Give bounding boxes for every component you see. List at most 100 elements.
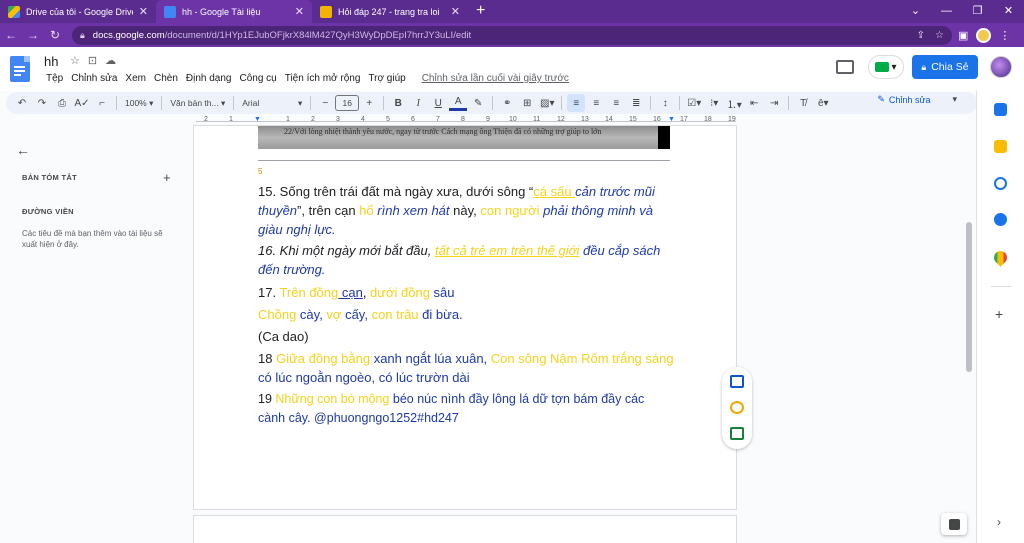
increase-indent-icon[interactable]: ⇥ <box>765 94 783 112</box>
zoom-select[interactable]: 100% ▾ <box>122 94 156 112</box>
tasks-icon[interactable] <box>994 177 1007 190</box>
tab-drive[interactable]: Drive của tôi - Google Drive ✕ <box>0 0 156 23</box>
highlight-icon[interactable]: ✎ <box>469 94 487 112</box>
contacts-icon[interactable] <box>994 213 1007 226</box>
paragraph-17-line1[interactable]: 17. Trên đồng cạn, dưới đồng sâu <box>258 283 674 302</box>
paint-format-icon[interactable]: ⌐ <box>93 94 111 112</box>
menu-extensions[interactable]: Tiện ích mở rộng <box>281 73 365 84</box>
tab-docs[interactable]: hh - Google Tài liệu ✕ <box>156 0 312 23</box>
next-document-page[interactable] <box>194 516 736 543</box>
suggest-edits-icon[interactable] <box>730 427 744 440</box>
share-button[interactable]: 🔒︎ Chia Sẻ <box>912 55 978 79</box>
keep-icon[interactable] <box>994 140 1007 153</box>
reload-button[interactable]: ↻ <box>44 28 66 42</box>
menu-insert[interactable]: Chèn <box>150 73 182 84</box>
calendar-icon[interactable] <box>994 103 1007 116</box>
document-title[interactable]: hh <box>44 54 58 69</box>
back-button[interactable]: ← <box>0 28 22 42</box>
new-tab-button[interactable]: + <box>476 0 485 23</box>
spellcheck-icon[interactable]: A✓ <box>73 94 91 112</box>
paragraph-16[interactable]: 16. Khi một ngày mới bắt đầu, tất cả trẻ… <box>258 241 674 279</box>
italic-icon[interactable]: I <box>409 94 427 112</box>
underline-icon[interactable]: U <box>429 94 447 112</box>
lock-icon[interactable]: 🔒︎ <box>80 30 85 41</box>
close-tab-icon[interactable]: ✕ <box>139 5 148 18</box>
paragraph-18[interactable]: 18 Giữa đồng bằng xanh ngắt lúa xuân, Co… <box>258 349 674 387</box>
browser-menu-icon[interactable]: ⋮ <box>999 29 1010 42</box>
align-right-icon[interactable]: ≡ <box>607 94 625 112</box>
paragraph-19[interactable]: 19 Những con bò mộng béo núc nình đầy lô… <box>258 390 674 428</box>
align-center-icon[interactable]: ≡ <box>587 94 605 112</box>
font-size-input[interactable]: 16 <box>335 95 360 111</box>
right-indent-marker-icon[interactable]: ▼ <box>668 116 675 123</box>
increase-font-size-icon[interactable]: + <box>360 94 378 112</box>
scanned-image[interactable]: 22/Với lòng nhiệt thành yêu nước, ngay t… <box>258 126 670 149</box>
print-icon[interactable]: ⎙ <box>53 94 71 112</box>
font-select[interactable]: Arial ▾ <box>239 94 305 112</box>
profile-avatar[interactable] <box>976 27 992 43</box>
paragraph-17-line2[interactable]: Chồng cày, vợ cấy, con trâu đi bừa. <box>258 305 674 324</box>
bookmark-star-icon[interactable]: ☆ <box>935 30 944 41</box>
text-color-icon[interactable]: A <box>449 96 468 111</box>
bulleted-list-icon[interactable]: ⁝▾ <box>705 94 723 112</box>
hide-side-panel-icon[interactable]: › <box>997 515 1001 529</box>
minimize-button[interactable]: — <box>931 0 962 23</box>
decrease-font-size-icon[interactable]: − <box>316 94 334 112</box>
line-spacing-icon[interactable]: ↕ <box>656 94 674 112</box>
tab-hoidap[interactable]: Hỏi đáp 247 - trang tra loi ✕ <box>312 0 468 23</box>
paragraph-15[interactable]: 15. Sống trên trái đất mà ngày xưa, dưới… <box>258 182 674 239</box>
clear-formatting-icon[interactable]: T̸ <box>794 94 812 112</box>
input-tools-icon[interactable]: ē▾ <box>814 94 832 112</box>
share-page-icon[interactable]: ⇪ <box>917 30 925 41</box>
menu-format[interactable]: Định dạng <box>182 73 236 84</box>
add-comment-icon[interactable] <box>730 375 744 388</box>
restore-button[interactable]: ❐ <box>962 0 993 23</box>
close-tab-icon[interactable]: ✕ <box>295 5 304 18</box>
last-edit-link[interactable]: Chỉnh sửa lần cuối vài giây trước <box>418 73 573 84</box>
indent-marker-icon[interactable]: ▼ <box>254 116 261 123</box>
move-folder-icon[interactable]: ⊡ <box>88 54 97 67</box>
menu-view[interactable]: Xem <box>121 73 150 84</box>
comment-history-icon[interactable] <box>836 60 854 74</box>
style-select[interactable]: Văn bản th... ▾ <box>167 94 228 112</box>
cloud-status-icon[interactable]: ☁ <box>105 54 116 67</box>
menu-file[interactable]: Tệp <box>42 73 67 84</box>
add-comment-icon[interactable]: ⊞ <box>518 94 536 112</box>
star-icon[interactable]: ☆ <box>70 54 80 67</box>
tab-search-icon[interactable]: ⌄ <box>900 0 931 23</box>
align-left-icon[interactable]: ≡ <box>567 94 586 112</box>
menu-edit[interactable]: Chỉnh sửa <box>67 73 121 84</box>
checklist-icon[interactable]: ☑▾ <box>685 94 703 112</box>
close-outline-icon[interactable]: ← <box>16 142 30 158</box>
insert-image-icon[interactable]: ▨▾ <box>538 94 556 112</box>
decrease-indent-icon[interactable]: ⇤ <box>745 94 763 112</box>
close-window-button[interactable]: ✕ <box>993 0 1024 23</box>
editing-mode-select[interactable]: ✎ Chỉnh sửa ▾ <box>877 94 957 105</box>
menu-tools[interactable]: Công cụ <box>235 73 280 84</box>
scrollbar[interactable] <box>966 222 972 372</box>
divider <box>788 96 790 110</box>
docs-logo-icon[interactable] <box>10 56 30 82</box>
get-addons-icon[interactable]: + <box>995 306 1003 322</box>
link-icon[interactable]: ⚭ <box>498 94 516 112</box>
forward-button[interactable]: → <box>22 28 44 42</box>
numbered-list-icon[interactable]: ⒈▾ <box>725 94 743 112</box>
meet-button[interactable]: ▾ <box>868 55 904 79</box>
ruler[interactable]: 2 1 ▼ 1 2 3 4 5 6 7 8 9 10 11 12 13 14 1… <box>196 116 736 126</box>
add-summary-icon[interactable]: + <box>163 170 171 185</box>
paragraph-17-source[interactable]: (Ca dao) <box>258 327 674 346</box>
bold-icon[interactable]: B <box>389 94 407 112</box>
maps-icon[interactable] <box>991 248 1010 267</box>
menu-help[interactable]: Trợ giúp <box>364 73 409 84</box>
divider <box>561 96 563 110</box>
side-panel-icon[interactable]: ▣ <box>958 29 968 42</box>
align-justify-icon[interactable]: ≣ <box>627 94 645 112</box>
redo-icon[interactable]: ↷ <box>33 94 51 112</box>
explore-button[interactable] <box>941 513 967 535</box>
undo-icon[interactable]: ↶ <box>13 94 31 112</box>
account-avatar[interactable] <box>990 56 1012 78</box>
close-tab-icon[interactable]: ✕ <box>451 5 460 18</box>
document-page[interactable]: 22/Với lòng nhiệt thành yêu nước, ngay t… <box>194 126 736 509</box>
add-emoji-reaction-icon[interactable] <box>730 401 744 414</box>
url-input[interactable]: 🔒︎ docs.google.com/document/d/1HYp1EJubO… <box>72 25 952 45</box>
